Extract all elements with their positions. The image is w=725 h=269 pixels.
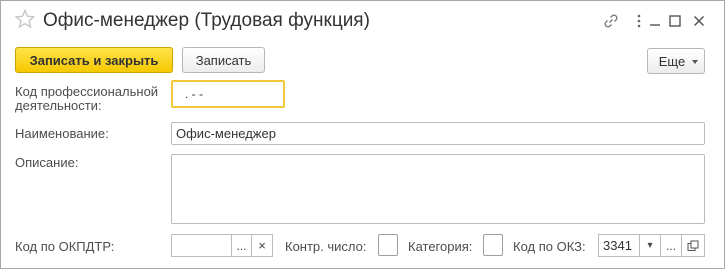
more-menu-label: Еще xyxy=(658,53,686,69)
okz-select-button[interactable]: ... xyxy=(660,234,682,257)
close-icon[interactable] xyxy=(691,13,707,29)
okpdtr-clear-button[interactable]: × xyxy=(251,234,273,257)
category-checkbox[interactable] xyxy=(483,234,503,256)
save-and-close-button[interactable]: Записать и закрыть xyxy=(15,47,173,73)
more-vert-icon[interactable] xyxy=(631,13,647,29)
window-title: Офис-менеджер (Трудовая функция) xyxy=(43,10,370,31)
prof-code-input[interactable]: . - - xyxy=(171,80,285,108)
minimize-icon[interactable] xyxy=(647,13,663,29)
control-number-checkbox[interactable] xyxy=(378,234,398,256)
okz-open-button[interactable] xyxy=(681,234,705,257)
open-window-icon xyxy=(687,240,699,251)
okz-input[interactable]: 3341 xyxy=(598,234,640,257)
okz-label: Код по ОКЗ: xyxy=(513,239,586,254)
okpdtr-select-button[interactable]: ... xyxy=(231,234,252,257)
maximize-icon[interactable] xyxy=(667,13,683,29)
chevron-down-icon xyxy=(692,60,698,64)
link-icon[interactable] xyxy=(603,13,619,29)
control-number-label: Контр. число: xyxy=(285,239,367,254)
form-window: Офис-менеджер (Трудовая функция) Записат… xyxy=(0,0,725,269)
prof-code-label-line1: Код профессиональной xyxy=(15,84,159,99)
star-icon[interactable] xyxy=(14,8,36,29)
title-bar: Офис-менеджер (Трудовая функция) xyxy=(1,1,724,41)
prof-code-label-line2: деятельности: xyxy=(15,98,102,113)
description-textarea[interactable] xyxy=(171,154,705,224)
okz-dropdown-button[interactable]: ▾ xyxy=(639,234,661,257)
description-label: Описание: xyxy=(15,155,79,170)
name-input[interactable]: Офис-менеджер xyxy=(171,122,705,145)
category-label: Категория: xyxy=(408,239,473,254)
okpdtr-label: Код по ОКПДТР: xyxy=(15,239,115,254)
save-button[interactable]: Записать xyxy=(182,47,265,73)
more-menu-button[interactable]: Еще xyxy=(647,48,705,74)
okpdtr-input[interactable] xyxy=(171,234,232,257)
name-label: Наименование: xyxy=(15,126,109,141)
